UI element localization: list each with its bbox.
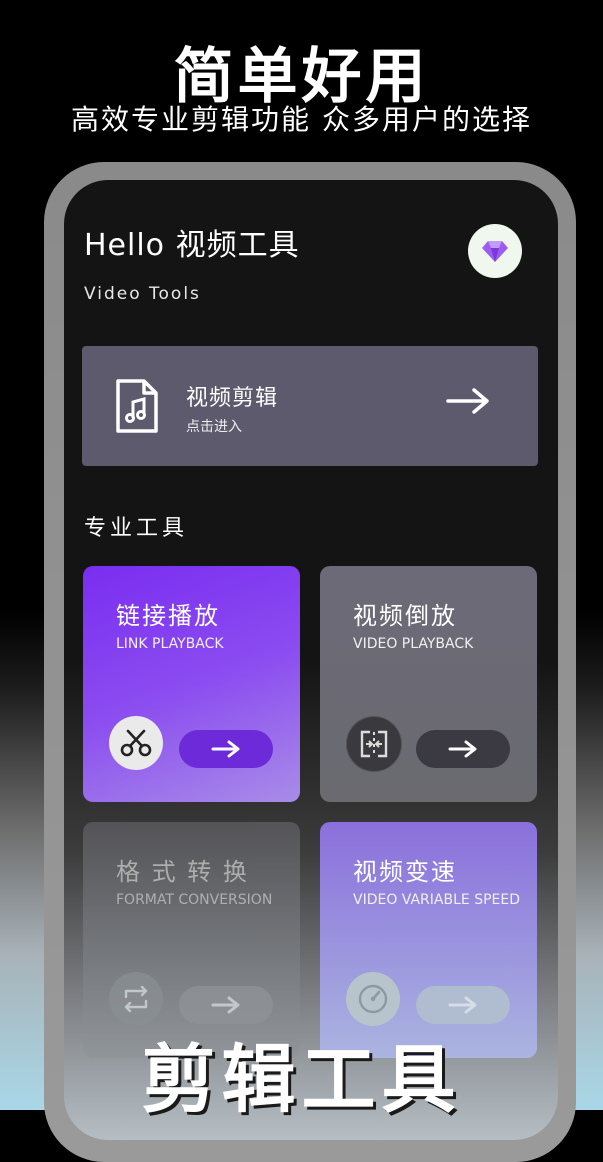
tool-subtitle: VIDEO PLAYBACK xyxy=(353,636,474,652)
tool-card-link-playback[interactable]: 链接播放 LINK PLAYBACK xyxy=(83,566,300,802)
tool-icon-badge xyxy=(109,972,163,1026)
speedometer-icon xyxy=(358,984,388,1014)
tool-card-video-reverse[interactable]: 视频倒放 VIDEO PLAYBACK xyxy=(320,566,537,802)
promo-footer: 剪辑工具 xyxy=(141,1037,462,1123)
diamond-icon xyxy=(482,241,508,262)
video-edit-hint: 点击进入 xyxy=(186,419,242,435)
video-edit-card[interactable]: 视频剪辑 点击进入 xyxy=(82,346,538,466)
app-name: Video Tools xyxy=(84,284,201,304)
reverse-icon xyxy=(360,730,388,758)
app-screen: Hello 视频工具 Video Tools 视频剪辑 点击进入 专业工具 链接… xyxy=(64,180,558,1140)
tool-subtitle: VIDEO VARIABLE SPEED xyxy=(353,892,520,908)
promo-subtitle: 高效专业剪辑功能 众多用户的选择 xyxy=(71,103,532,136)
tool-icon-badge xyxy=(346,716,402,772)
vip-button[interactable] xyxy=(468,224,522,278)
arrow-right-icon xyxy=(446,388,489,414)
arrow-right-icon xyxy=(448,996,477,1014)
tool-title: 视频变速 xyxy=(353,858,457,886)
tool-subtitle: FORMAT CONVERSION xyxy=(116,892,273,908)
tool-subtitle: LINK PLAYBACK xyxy=(116,636,224,652)
arrow-right-icon xyxy=(211,740,240,758)
video-edit-title: 视频剪辑 xyxy=(186,386,279,411)
arrow-right-icon xyxy=(448,740,477,758)
tool-title: 链接播放 xyxy=(116,602,220,630)
section-title: 专业工具 xyxy=(84,516,189,541)
tool-go-button[interactable] xyxy=(179,986,273,1024)
scissors-icon xyxy=(120,729,152,757)
arrow-right-icon xyxy=(211,996,240,1014)
tool-go-button[interactable] xyxy=(179,730,273,768)
tool-go-button[interactable] xyxy=(416,986,510,1024)
convert-icon xyxy=(124,985,148,1013)
greeting-title: Hello 视频工具 xyxy=(84,228,300,263)
tool-go-button[interactable] xyxy=(416,730,510,768)
tool-title: 格 式 转 换 xyxy=(116,858,249,886)
music-file-icon xyxy=(116,379,158,433)
tool-icon-badge xyxy=(346,972,400,1026)
tool-title: 视频倒放 xyxy=(353,602,457,630)
tool-icon-badge xyxy=(109,716,163,770)
